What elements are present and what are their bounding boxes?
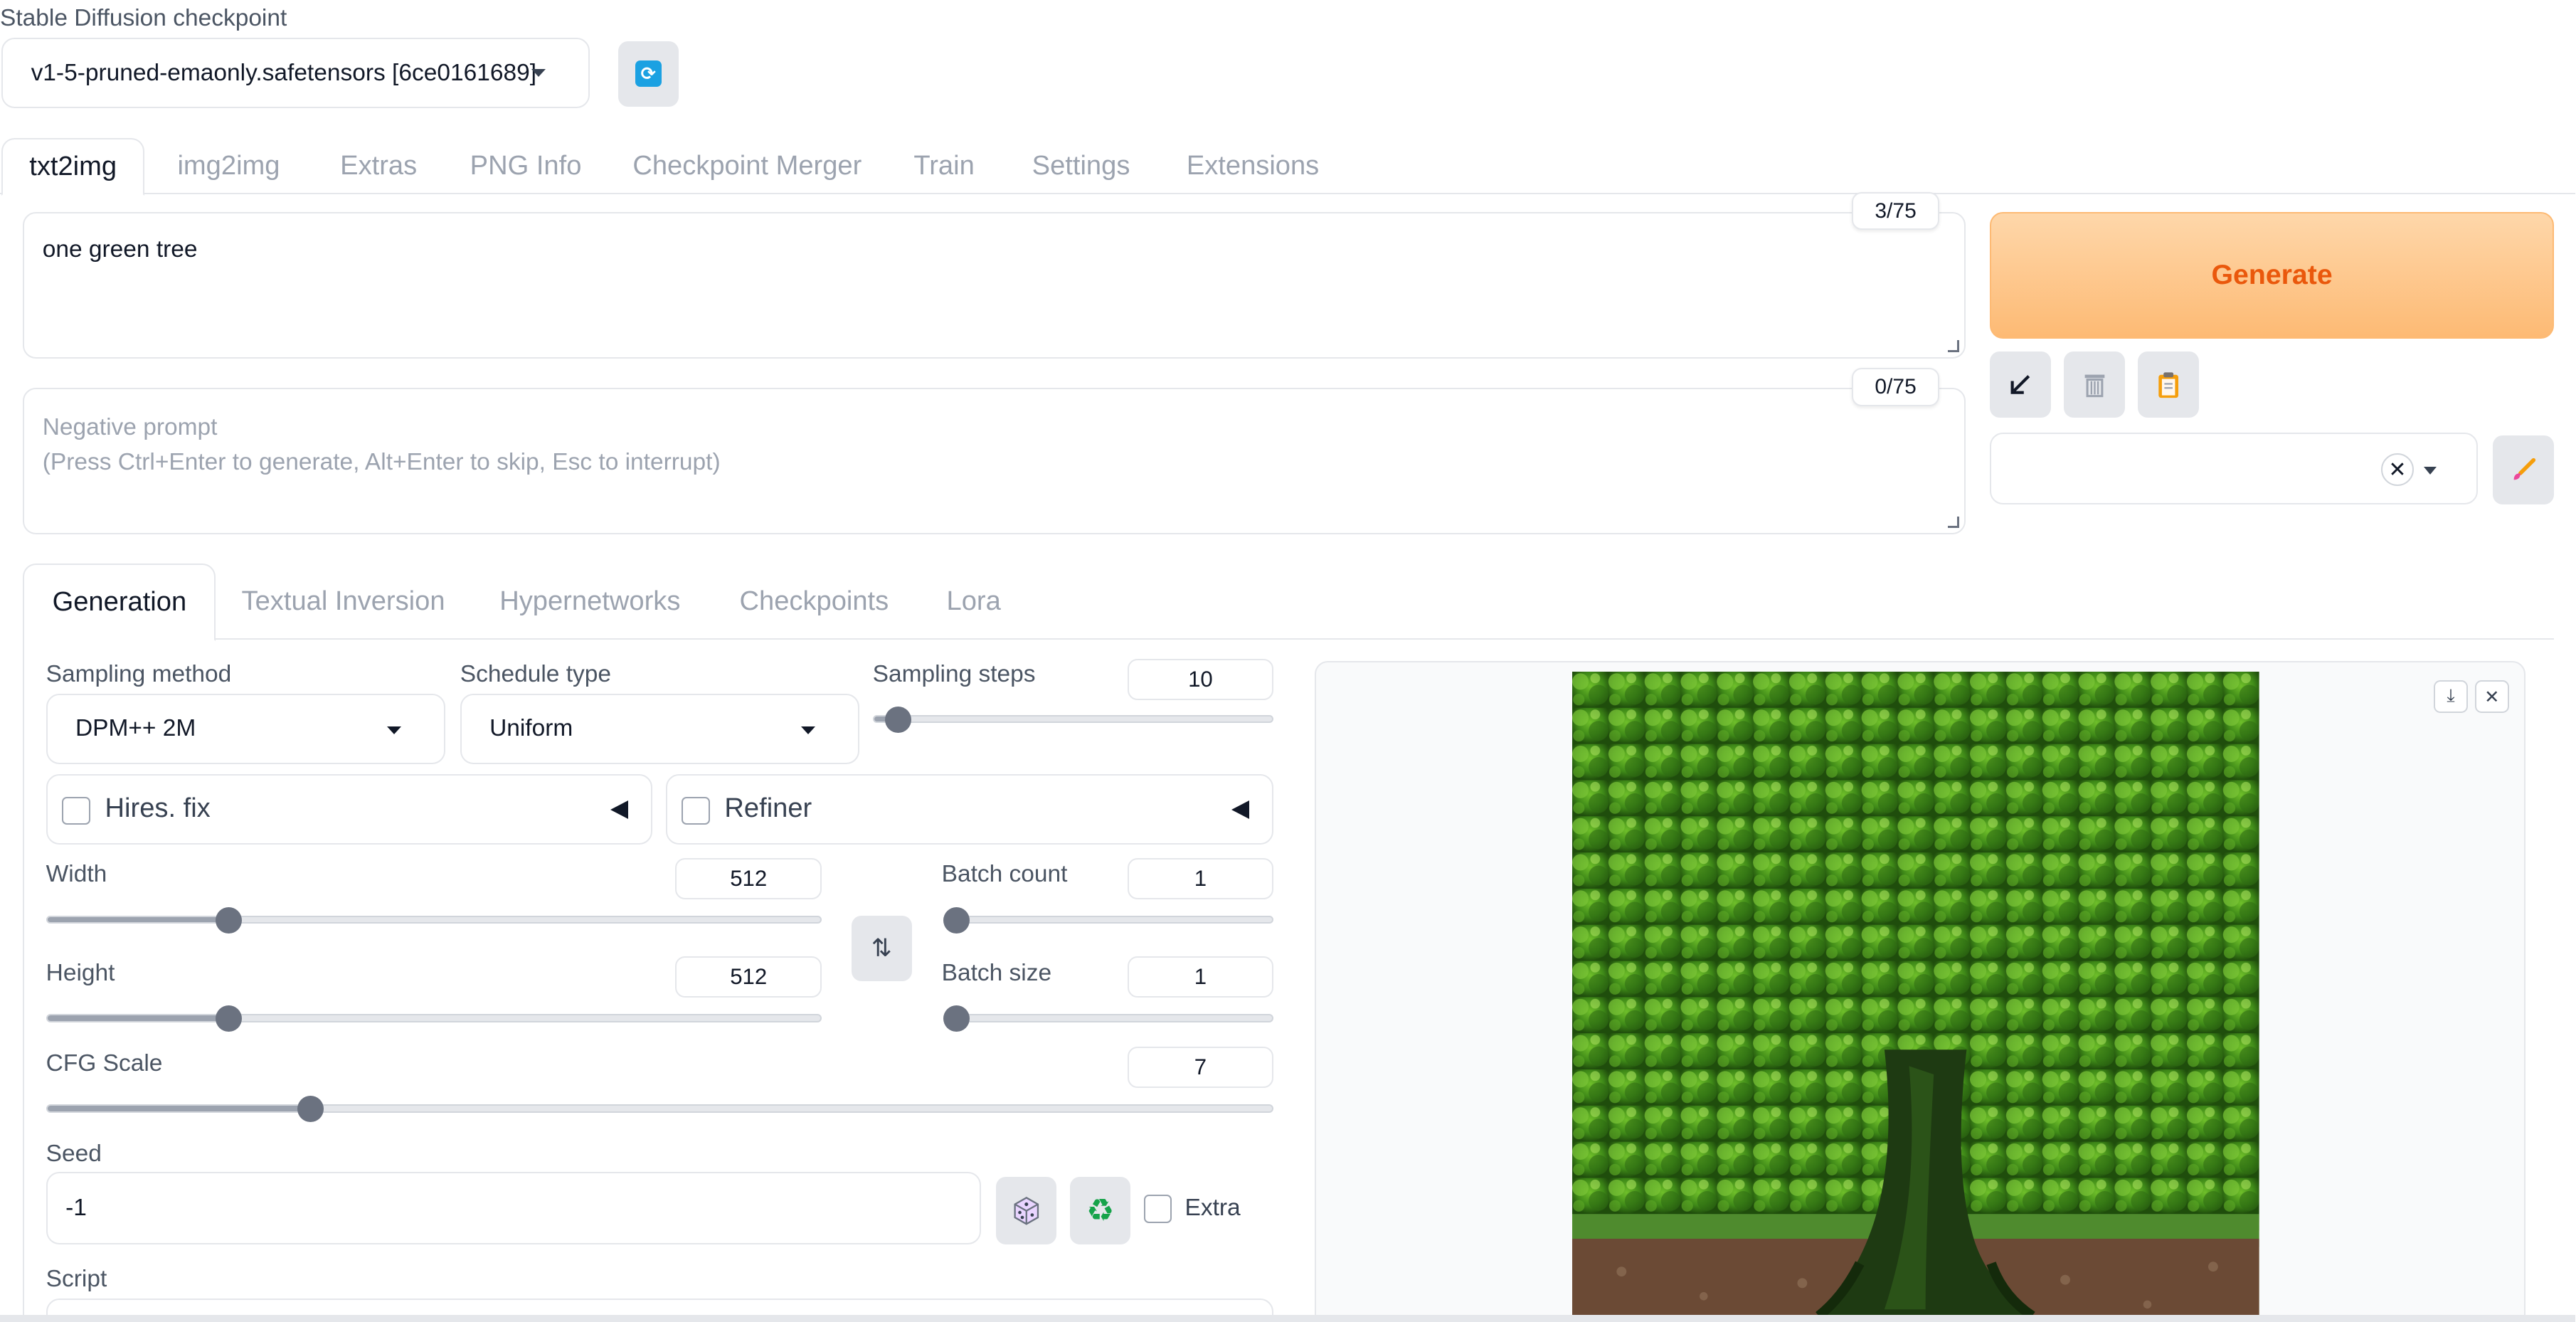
tab-txt2img[interactable]: txt2img <box>1 138 145 196</box>
generation-subtabs: Generation Textual Inversion Hypernetwor… <box>23 564 2554 641</box>
cfg-scale-input[interactable]: 7 <box>1127 1047 1274 1089</box>
schedule-type-select[interactable]: Uniform <box>460 693 860 765</box>
chevron-down-icon <box>531 68 546 77</box>
close-icon[interactable]: ✕ <box>2380 453 2415 487</box>
height-input[interactable]: 512 <box>675 956 822 998</box>
sampling-method-select[interactable]: DPM++ 2M <box>46 693 445 765</box>
batch-size-input[interactable]: 1 <box>1127 956 1274 998</box>
checkpoint-value: v1-5-pruned-emaonly.safetensors [6ce0161… <box>31 59 536 86</box>
sampling-steps-label: Sampling steps <box>872 660 1036 687</box>
tab-lora[interactable]: Lora <box>947 564 1001 639</box>
collapse-arrow-icon[interactable] <box>610 800 628 819</box>
page-scrollbar[interactable] <box>0 1315 2575 1322</box>
clipboard-icon <box>2158 372 2178 398</box>
schedule-type-value: Uniform <box>489 715 573 742</box>
negative-prompt-placeholder: Negative prompt <box>42 414 218 441</box>
dice-icon <box>1014 1196 1039 1225</box>
generate-button[interactable]: Generate <box>1990 211 2554 339</box>
extra-seed-checkbox[interactable] <box>1143 1195 1172 1223</box>
tab-textual-inversion[interactable]: Textual Inversion <box>242 564 445 639</box>
width-label: Width <box>46 861 107 888</box>
script-label: Script <box>46 1265 107 1292</box>
negative-token-counter: 0/75 <box>1852 368 1939 406</box>
batch-count-label: Batch count <box>941 861 1068 888</box>
swap-dimensions-button[interactable]: ⇅ <box>851 915 913 982</box>
tab-extras[interactable]: Extras <box>340 138 417 194</box>
trash-icon <box>2084 374 2104 398</box>
refresh-icon: ⟳ <box>635 60 662 88</box>
slider-thumb[interactable] <box>216 906 243 934</box>
reuse-seed-button[interactable]: ♻ <box>1069 1176 1131 1244</box>
sampling-steps-input[interactable]: 10 <box>1127 659 1274 701</box>
download-icon[interactable]: ⤓ <box>2433 680 2469 714</box>
seed-value: -1 <box>65 1194 87 1221</box>
resize-handle[interactable] <box>1947 516 1959 528</box>
hires-fix-checkbox[interactable] <box>62 797 90 825</box>
brush-icon <box>2513 458 2535 480</box>
image-toolbar: ⤓ ✕ <box>2433 680 2510 714</box>
width-slider[interactable] <box>46 906 822 934</box>
negative-prompt-hint: (Press Ctrl+Enter to generate, Alt+Enter… <box>42 448 721 475</box>
random-seed-button[interactable] <box>995 1176 1057 1244</box>
prompt-token-counter: 3/75 <box>1852 192 1939 231</box>
batch-size-slider[interactable] <box>943 1005 1274 1032</box>
collapse-arrow-icon[interactable] <box>1231 800 1249 819</box>
tab-checkpoints[interactable]: Checkpoints <box>739 564 889 639</box>
sampling-method-label: Sampling method <box>46 660 232 687</box>
tab-hypernetworks[interactable]: Hypernetworks <box>499 564 680 639</box>
output-gallery: ⤓ ✕ <box>1315 660 2526 1322</box>
tab-train[interactable]: Train <box>913 138 974 194</box>
batch-count-input[interactable]: 1 <box>1127 857 1274 899</box>
height-slider[interactable] <box>46 1005 822 1032</box>
cfg-scale-slider[interactable] <box>46 1096 1274 1123</box>
sampling-method-value: DPM++ 2M <box>75 715 196 742</box>
hires-fix-accordion[interactable]: Hires. fix <box>46 774 653 845</box>
tab-generation[interactable]: Generation <box>23 564 216 641</box>
chevron-down-icon <box>386 726 401 734</box>
tab-checkpoint-merger[interactable]: Checkpoint Merger <box>632 138 862 194</box>
extra-seed-label: Extra <box>1184 1195 1241 1222</box>
close-icon[interactable]: ✕ <box>2474 680 2510 714</box>
prompt-text: one green tree <box>42 236 198 263</box>
height-label: Height <box>46 960 115 987</box>
refiner-accordion[interactable]: Refiner <box>665 774 1274 845</box>
tab-png-info[interactable]: PNG Info <box>470 138 582 194</box>
read-params-button[interactable] <box>1990 351 2051 418</box>
recycle-icon: ♻ <box>1086 1193 1115 1228</box>
tab-extensions[interactable]: Extensions <box>1187 138 1319 194</box>
width-input[interactable]: 512 <box>675 857 822 899</box>
main-tabs: txt2img img2img Extras PNG Info Checkpoi… <box>0 138 2575 196</box>
generated-image[interactable] <box>1572 672 2259 1322</box>
styles-select[interactable]: ✕ <box>1990 432 2479 505</box>
seed-input[interactable]: -1 <box>46 1172 982 1244</box>
negative-prompt-input[interactable]: Negative prompt (Press Ctrl+Enter to gen… <box>23 388 1966 534</box>
schedule-type-label: Schedule type <box>460 660 612 687</box>
batch-size-label: Batch size <box>941 960 1052 987</box>
resize-handle[interactable] <box>1947 340 1959 352</box>
prompt-input[interactable]: one green tree <box>23 211 1966 359</box>
cfg-scale-label: CFG Scale <box>46 1050 163 1077</box>
clear-prompt-button[interactable] <box>2064 351 2125 418</box>
checkpoint-label: Stable Diffusion checkpoint <box>0 4 287 31</box>
hires-fix-label: Hires. fix <box>105 793 211 824</box>
refiner-label: Refiner <box>724 793 812 824</box>
tab-img2img[interactable]: img2img <box>177 138 280 194</box>
edit-styles-button[interactable] <box>2493 435 2554 505</box>
slider-thumb[interactable] <box>943 1005 970 1032</box>
batch-count-slider[interactable] <box>943 906 1274 934</box>
swap-icon: ⇅ <box>871 934 892 962</box>
paste-styles-button[interactable] <box>2138 351 2199 418</box>
slider-thumb[interactable] <box>943 906 970 934</box>
arrow-down-left-icon <box>2010 375 2030 395</box>
refiner-checkbox[interactable] <box>682 797 710 825</box>
checkpoint-select[interactable]: v1-5-pruned-emaonly.safetensors [6ce0161… <box>1 38 590 109</box>
seed-label: Seed <box>46 1141 102 1168</box>
chevron-down-icon <box>801 726 816 734</box>
slider-thumb[interactable] <box>884 706 911 733</box>
refresh-checkpoint-button[interactable]: ⟳ <box>618 41 679 107</box>
chevron-down-icon <box>2423 466 2437 475</box>
tab-settings[interactable]: Settings <box>1032 138 1130 194</box>
sampling-steps-slider[interactable] <box>872 706 1274 733</box>
